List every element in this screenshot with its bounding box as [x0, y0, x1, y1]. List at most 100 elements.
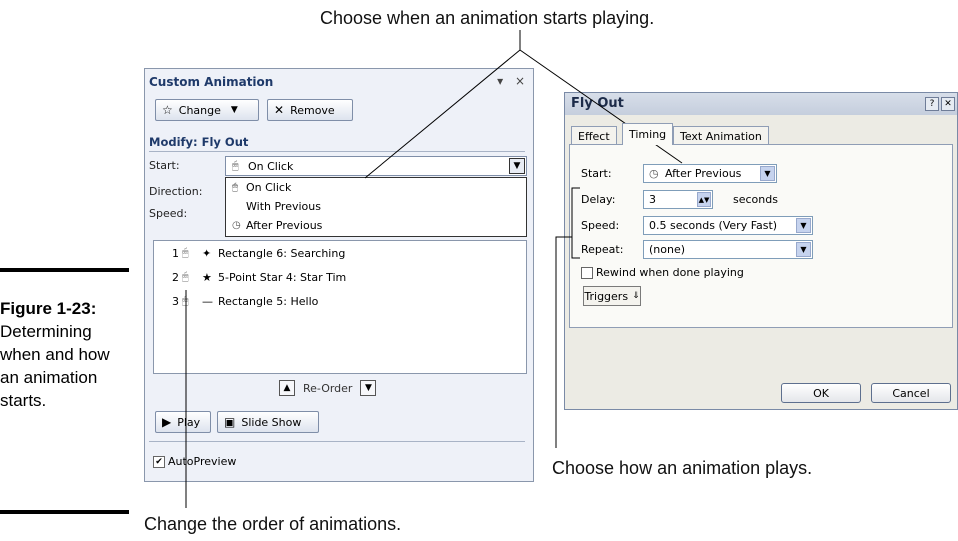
start-option-after-previous[interactable]: ◷ After Previous	[226, 216, 526, 235]
tab-effect[interactable]: Effect	[571, 126, 617, 145]
callout-start-timing: Choose when an animation starts playing.	[320, 8, 655, 28]
delay-spinner-icon[interactable]: ▲▼	[697, 192, 711, 207]
option-label: With Previous	[246, 200, 321, 213]
start-dropdown[interactable]: 🖱 On Click ▼	[225, 156, 527, 176]
figure-caption: Figure 1-23: Determining when and how an…	[0, 297, 130, 412]
caption-bottom-rule	[0, 510, 129, 514]
mouse-click-icon: 🖱	[182, 294, 189, 307]
start-options-list: 🖱 On Click With Previous ◷ After Previou…	[225, 177, 527, 237]
figure-caption-text: Determining when and how an animation st…	[0, 322, 110, 410]
start-selected-value: On Click	[248, 159, 294, 173]
callout-timing-options: Choose how an animation plays.	[552, 458, 813, 478]
autopreview-checkbox[interactable]: ✔ AutoPreview	[153, 455, 236, 468]
dialog-titlebar: Fly Out ? ✕	[565, 93, 957, 115]
triggers-label: Triggers	[584, 289, 629, 303]
animation-name: Rectangle 5: Hello	[218, 294, 319, 308]
animation-number: 3	[172, 294, 179, 308]
dialog-title: Fly Out	[571, 96, 624, 111]
option-label: On Click	[246, 181, 292, 194]
chevron-down-icon[interactable]: ▼	[796, 218, 811, 233]
star-effect-icon: ★	[202, 270, 212, 284]
animation-number: 1	[172, 246, 179, 260]
rewind-label: Rewind when done playing	[596, 266, 744, 279]
rewind-checkbox[interactable]: Rewind when done playing	[581, 266, 744, 279]
tab-timing[interactable]: Timing	[622, 123, 674, 145]
move-up-icon[interactable]: ▲	[279, 380, 295, 396]
chevron-down-icon[interactable]: ▼	[760, 166, 775, 181]
mouse-click-icon: 🖱	[232, 159, 239, 172]
double-chevron-down-icon: ⇓	[632, 291, 640, 301]
animation-number: 2	[172, 270, 179, 284]
list-item[interactable]: 1 🖱 ✦ Rectangle 6: Searching	[154, 241, 526, 265]
speed-label: Speed:	[581, 219, 620, 232]
mouse-click-icon: 🖱	[182, 270, 189, 283]
clock-icon: ◷	[232, 220, 241, 231]
list-item[interactable]: 3 🖱 — Rectangle 5: Hello	[154, 289, 526, 313]
figure-number: Figure 1-23:	[0, 299, 97, 318]
animation-list: 1 🖱 ✦ Rectangle 6: Searching 2 🖱 ★ 5-Poi…	[153, 240, 527, 374]
line-effect-icon: —	[202, 294, 213, 308]
ok-button[interactable]: OK	[781, 383, 861, 403]
reorder-label: Re-Order	[303, 381, 353, 395]
fly-out-dialog: Fly Out ? ✕ Effect Timing Text Animation…	[564, 92, 958, 410]
remove-icon: ✕	[274, 103, 285, 117]
delay-unit: seconds	[733, 193, 778, 206]
custom-animation-pane: Custom Animation ▾ × ☆ Change ▼ ✕ Remove…	[144, 68, 534, 482]
move-down-icon[interactable]: ▼	[360, 380, 377, 396]
animation-name: 5-Point Star 4: Star Tim	[218, 270, 347, 284]
speed-label: Speed:	[149, 207, 188, 220]
tab-text-animation[interactable]: Text Animation	[673, 126, 769, 145]
start-label: Start:	[149, 159, 180, 172]
direction-label: Direction:	[149, 185, 203, 198]
clock-icon: ◷	[649, 167, 659, 180]
triggers-button[interactable]: Triggers ⇓	[583, 286, 641, 306]
start-option-on-click[interactable]: 🖱 On Click	[226, 178, 526, 197]
divider	[149, 441, 525, 442]
start-label: Start:	[581, 167, 612, 180]
mouse-click-icon: 🖱	[182, 246, 189, 259]
slide-show-button[interactable]: ▣ Slide Show	[217, 411, 319, 433]
repeat-select[interactable]: (none) ▼	[643, 240, 813, 259]
divider	[149, 151, 525, 152]
pane-close-icon[interactable]: ×	[515, 74, 525, 88]
pane-menu-dropdown-icon[interactable]: ▾	[497, 74, 503, 88]
chevron-down-icon[interactable]: ▼	[796, 242, 811, 257]
delay-label: Delay:	[581, 193, 616, 206]
pane-title: Custom Animation	[149, 75, 274, 89]
option-label: After Previous	[246, 219, 323, 232]
checkbox-checked-icon: ✔	[153, 455, 165, 468]
play-button[interactable]: ▶ Play	[155, 411, 211, 433]
animation-name: Rectangle 6: Searching	[218, 246, 346, 260]
cancel-button[interactable]: Cancel	[871, 383, 951, 403]
slide-show-icon: ▣	[224, 415, 236, 429]
callout-reorder: Change the order of animations.	[144, 514, 402, 534]
chevron-down-icon: ▼	[230, 105, 238, 115]
help-icon[interactable]: ?	[925, 97, 939, 111]
change-button-label: Change	[178, 103, 221, 117]
play-icon: ▶	[162, 415, 172, 429]
speed-select[interactable]: 0.5 seconds (Very Fast) ▼	[643, 216, 813, 235]
play-button-label: Play	[177, 415, 201, 429]
caption-top-rule	[0, 268, 129, 272]
change-button[interactable]: ☆ Change ▼	[155, 99, 259, 121]
start-option-with-previous[interactable]: With Previous	[226, 197, 526, 216]
start-select-value: After Previous	[665, 167, 742, 180]
remove-button-label: Remove	[290, 103, 335, 117]
add-effect-icon: ☆	[162, 103, 173, 117]
pane-controls: ▾ ×	[489, 74, 525, 88]
checkbox-unchecked-icon	[581, 266, 593, 279]
fly-effect-icon: ✦	[202, 246, 212, 260]
slide-show-button-label: Slide Show	[241, 415, 302, 429]
list-item[interactable]: 2 🖱 ★ 5-Point Star 4: Star Tim	[154, 265, 526, 289]
repeat-select-value: (none)	[649, 243, 686, 256]
start-select[interactable]: ◷ After Previous ▼	[643, 164, 777, 183]
speed-select-value: 0.5 seconds (Very Fast)	[649, 219, 778, 232]
chevron-down-icon[interactable]: ▼	[509, 158, 525, 174]
reorder-controls: ▲ Re-Order ▼	[279, 380, 377, 396]
repeat-label: Repeat:	[581, 243, 624, 256]
autopreview-label: AutoPreview	[168, 455, 237, 468]
mouse-click-icon: 🖱	[232, 182, 238, 193]
close-icon[interactable]: ✕	[941, 97, 955, 111]
modify-heading: Modify: Fly Out	[149, 135, 249, 149]
remove-button[interactable]: ✕ Remove	[267, 99, 353, 121]
